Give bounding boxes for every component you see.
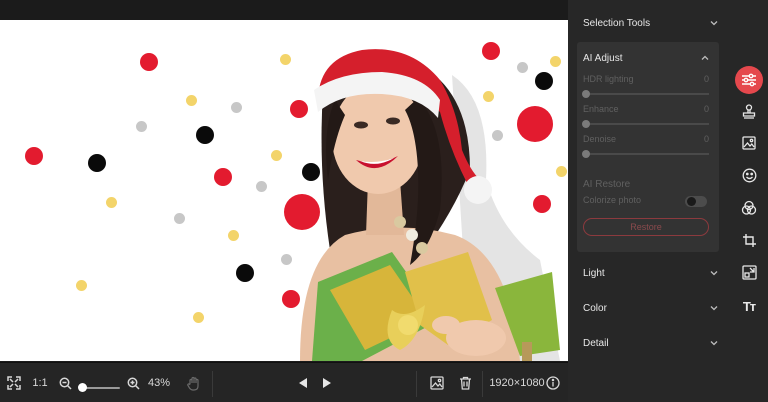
chevron-down-icon <box>710 306 718 311</box>
hand-icon <box>187 376 199 391</box>
chevron-down-icon <box>710 271 718 276</box>
chevron-down-icon <box>710 21 718 26</box>
ai-restore-title: AI Restore <box>583 179 631 190</box>
resize-icon <box>741 264 757 280</box>
denoise-slider[interactable] <box>583 153 709 155</box>
chevron-down-icon <box>710 341 718 346</box>
image-icon <box>430 376 444 390</box>
zoom-in-button[interactable] <box>124 363 142 402</box>
enhance-slider[interactable] <box>583 123 709 125</box>
rail-text-button[interactable]: Tт <box>735 292 763 320</box>
trash-icon <box>459 376 471 390</box>
photo-subject <box>300 49 560 361</box>
enhance-value: 0 <box>703 104 709 114</box>
section-detail[interactable]: Detail <box>583 335 718 351</box>
toolbar-divider <box>482 371 483 397</box>
image-button[interactable] <box>427 363 447 402</box>
rail-adjust-button[interactable] <box>735 66 763 94</box>
fit-screen-icon <box>7 376 21 390</box>
section-title: AI Adjust <box>583 52 623 64</box>
rail-stamp-button[interactable] <box>735 97 763 125</box>
denoise-knob[interactable] <box>582 150 590 158</box>
rail-portrait-button[interactable] <box>735 161 763 189</box>
section-title: Selection Tools <box>583 17 651 29</box>
triangle-right-icon <box>323 378 331 388</box>
stamp-icon <box>742 103 756 119</box>
section-ai-adjust[interactable]: AI Adjust <box>583 50 709 66</box>
triangle-left-icon <box>299 378 307 388</box>
rail-color-button[interactable] <box>735 194 763 222</box>
hdr-lighting-knob[interactable] <box>582 90 590 98</box>
section-light[interactable]: Light <box>583 265 718 281</box>
rail-crop-button[interactable] <box>735 226 763 254</box>
zoom-out-icon <box>59 377 72 390</box>
denoise-value: 0 <box>703 134 709 144</box>
photo-canvas[interactable] <box>0 20 568 361</box>
colorize-photo-label: Colorize photo <box>583 195 642 205</box>
ratio-1-1-button[interactable]: 1:1 <box>30 363 50 402</box>
bottom-toolbar: 1:1 43% 1920×1080 <box>0 362 568 402</box>
crop-icon <box>742 233 756 247</box>
chevron-up-icon <box>701 55 709 60</box>
canvas-area[interactable] <box>0 0 568 362</box>
info-icon <box>546 376 560 390</box>
zoom-in-icon <box>127 377 140 390</box>
info-button[interactable] <box>545 363 561 402</box>
zoom-out-button[interactable] <box>56 363 74 402</box>
rail-image-button[interactable] <box>735 129 763 157</box>
delete-button[interactable] <box>455 363 475 402</box>
hdr-lighting-label: HDR lighting <box>583 74 634 84</box>
fit-screen-button[interactable] <box>4 363 24 402</box>
section-title: Light <box>583 267 605 279</box>
image-frame-icon <box>742 136 756 150</box>
color-circles-icon <box>741 200 757 215</box>
previous-image-button[interactable] <box>294 363 312 402</box>
image-dimensions: 1920×1080 <box>489 377 545 389</box>
toolbar-divider <box>416 371 417 397</box>
hdr-lighting-slider[interactable] <box>583 93 709 95</box>
section-color[interactable]: Color <box>583 300 718 316</box>
section-selection-tools[interactable]: Selection Tools <box>583 15 718 31</box>
section-title: Detail <box>583 337 609 349</box>
sliders-icon <box>742 73 756 87</box>
next-image-button[interactable] <box>318 363 336 402</box>
denoise-label: Denoise <box>583 134 617 144</box>
section-title: Color <box>583 302 607 314</box>
restore-button[interactable]: Restore <box>583 218 709 236</box>
smile-icon <box>742 168 756 182</box>
enhance-label: Enhance <box>583 104 619 114</box>
colorize-toggle[interactable] <box>685 196 707 207</box>
toolbar-divider <box>212 371 213 397</box>
tool-rail: Tт <box>731 0 768 402</box>
enhance-knob[interactable] <box>582 120 590 128</box>
ai-adjust-card: AI Adjust HDR lighting 0 Enhance 0 Denoi… <box>577 42 719 252</box>
zoom-slider-knob[interactable] <box>78 383 87 392</box>
text-icon: Tт <box>742 298 756 314</box>
rail-resize-button[interactable] <box>735 258 763 286</box>
zoom-level: 43% <box>147 377 171 389</box>
pan-button[interactable] <box>184 363 204 402</box>
hdr-lighting-value: 0 <box>703 74 709 84</box>
